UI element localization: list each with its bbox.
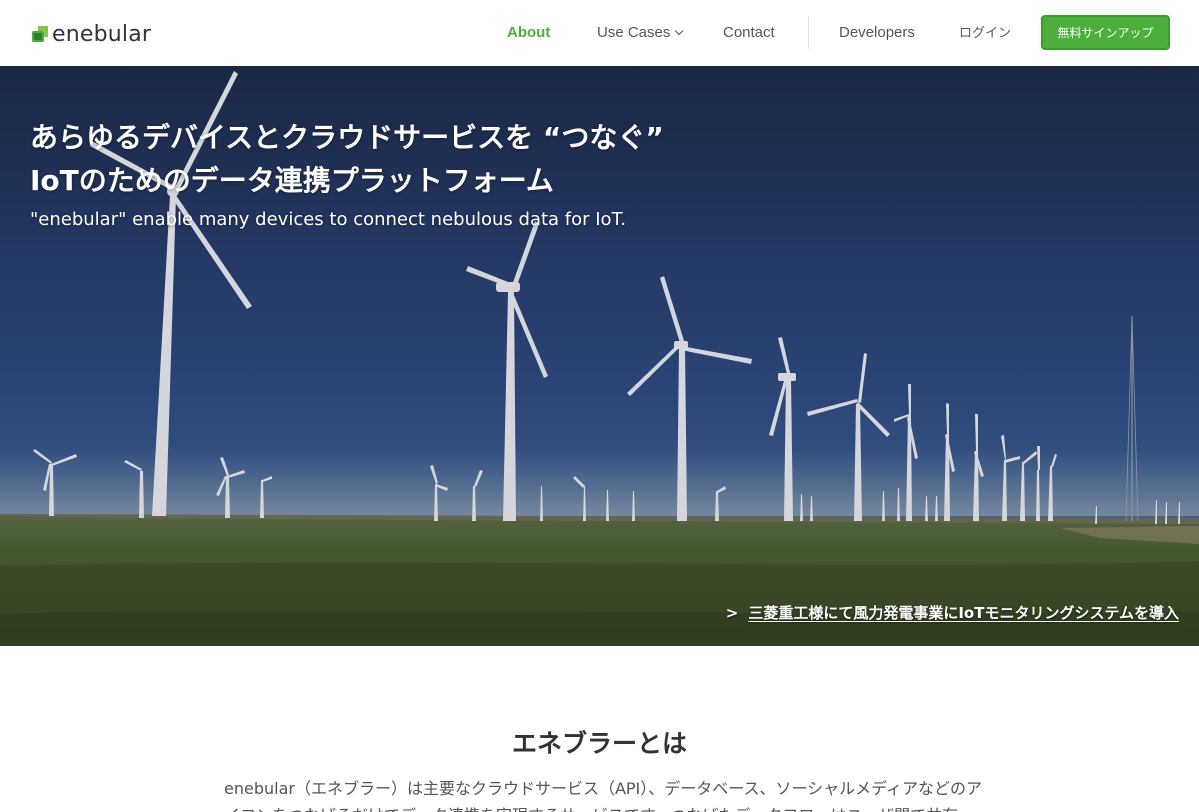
nav-contact[interactable]: Contact <box>723 23 775 43</box>
hero-title-line1: あらゆるデバイスとクラウドサービスを “つなぐ” <box>30 121 664 154</box>
case-study-link-label: 三菱重工様にて風力発電事業にIoTモニタリングシステムを導入 <box>748 604 1179 622</box>
signup-button[interactable]: 無料サインアップ <box>1041 15 1170 50</box>
nav-use-cases-label: Use Cases <box>597 24 671 41</box>
chevron-down-icon <box>675 26 684 36</box>
logo-text: enebular <box>52 21 152 47</box>
nav-divider <box>808 16 809 49</box>
logo-link[interactable]: enebular <box>31 19 151 49</box>
hero-title-line2: IoTのためのデータ連携プラットフォーム <box>30 164 554 197</box>
chevron-right-icon: > <box>725 604 739 622</box>
about-section-text: enebular（エネブラー）は主要なクラウドサービス（API）、データベース、… <box>224 779 983 812</box>
case-study-link[interactable]: > 三菱重工様にて風力発電事業にIoTモニタリングシステムを導入 <box>726 602 1179 623</box>
nav-developers[interactable]: Developers <box>839 23 915 43</box>
nav-login[interactable]: ログイン <box>959 24 1011 44</box>
hero-subtitle: "enebular" enable many devices to connec… <box>30 209 627 230</box>
hero-banner: あらゆるデバイスとクラウドサービスを “つなぐ” IoTのためのデータ連携プラッ… <box>0 66 1199 646</box>
nav-about[interactable]: About <box>507 23 550 43</box>
enebular-logo-icon <box>32 26 48 42</box>
site-header: enebular About Use Cases Contact Develop… <box>0 0 1199 66</box>
nav-use-cases[interactable]: Use Cases <box>597 23 684 43</box>
about-section-title: エネブラーとは <box>511 729 687 758</box>
hero-title: あらゆるデバイスとクラウドサービスを “つなぐ” IoTのためのデータ連携プラッ… <box>30 116 664 202</box>
